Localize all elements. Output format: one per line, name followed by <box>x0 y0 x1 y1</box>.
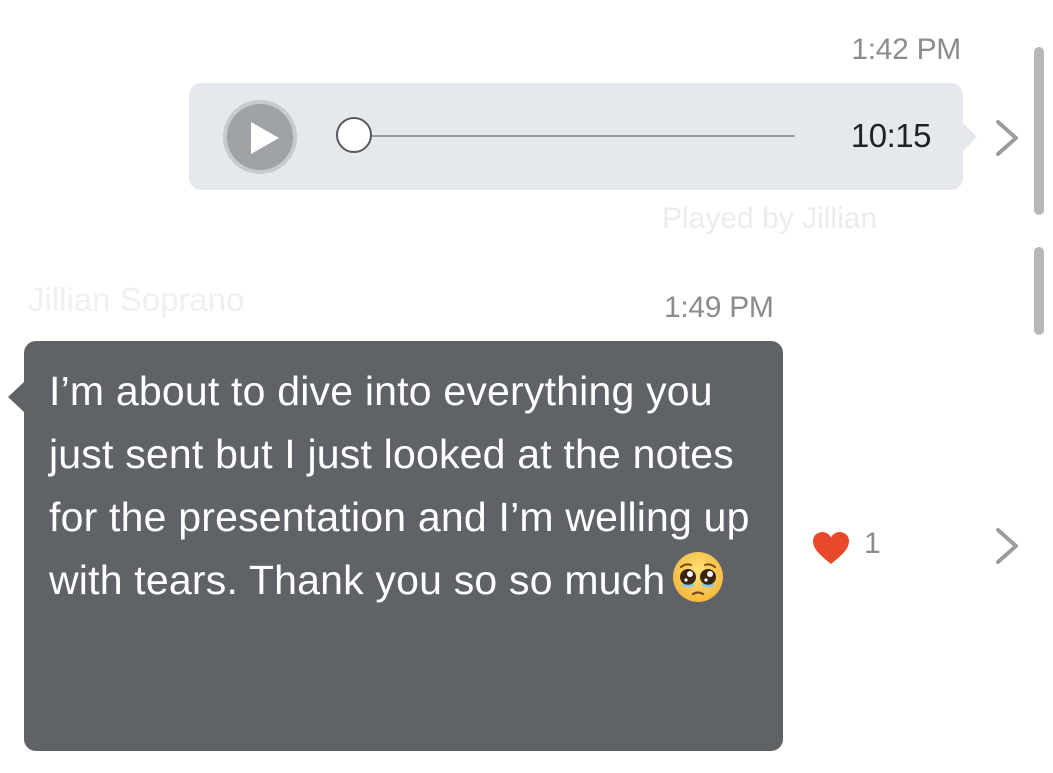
playback-track[interactable] <box>355 135 795 137</box>
reaction-count: 1 <box>864 527 881 560</box>
voice-duration: 10:15 <box>850 117 932 154</box>
message-timestamp: 1:49 PM <box>664 291 774 324</box>
pleading-face-emoji <box>673 552 724 602</box>
playback-scrubber[interactable] <box>336 117 372 153</box>
sender-name: Jillian Soprano <box>28 281 245 318</box>
voice-message-timestamp: 1:42 PM <box>851 33 961 66</box>
received-message-bubble[interactable]: I’m about to dive into everything you ju… <box>8 341 783 751</box>
message-body: I’m about to dive into everything you ju… <box>49 368 750 603</box>
heart-icon <box>813 532 849 564</box>
voice-message-bubble[interactable]: 10:15 <box>189 83 977 190</box>
played-status: Played by Jillian <box>662 202 878 235</box>
play-button[interactable] <box>223 100 297 174</box>
message-text: I’m about to dive into everything you ju… <box>49 360 769 612</box>
scrollbar-thumb-secondary[interactable] <box>1034 247 1044 335</box>
chevron-right-icon[interactable] <box>992 118 1022 158</box>
play-icon <box>251 122 279 154</box>
chevron-right-icon[interactable] <box>992 526 1022 566</box>
scrollbar-thumb[interactable] <box>1034 47 1044 215</box>
